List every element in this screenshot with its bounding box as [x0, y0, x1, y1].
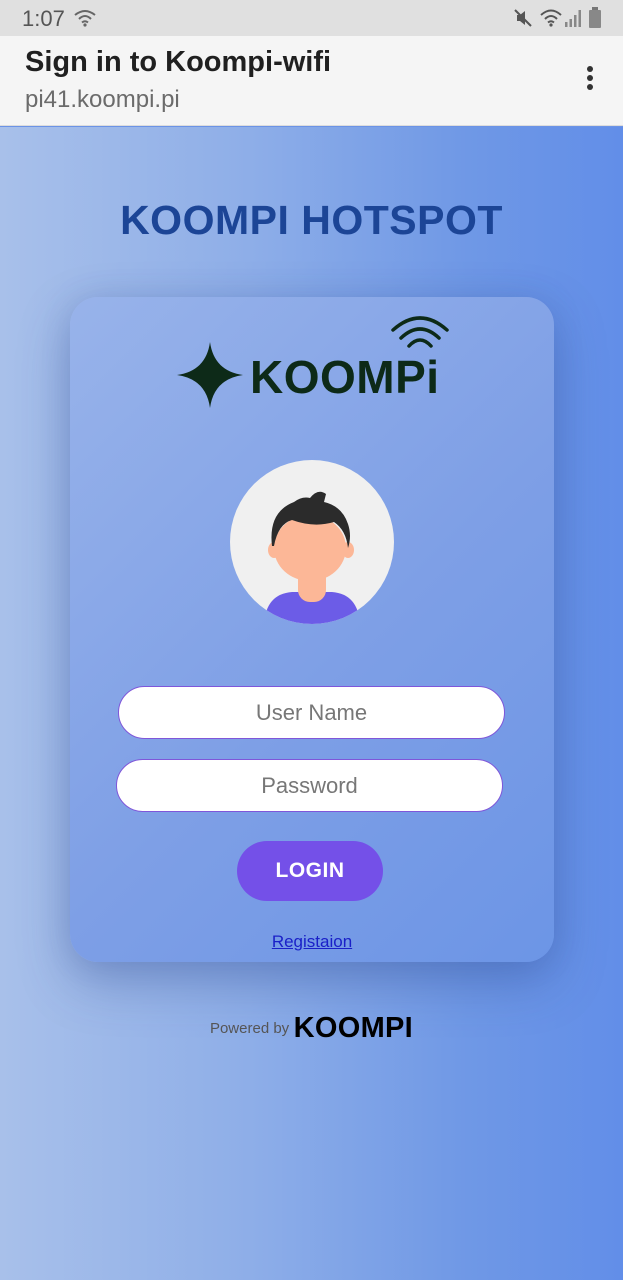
wifi-icon: [391, 316, 449, 348]
hotspot-heading: KOOMPI HOTSPOT: [120, 197, 503, 243]
page-url: pi41.koompi.pi: [25, 86, 180, 113]
status-time: 1:07: [22, 6, 65, 31]
powered-by: Powered by KOOMPI: [0, 1012, 623, 1045]
powered-brand: KOOMPI: [293, 1012, 414, 1044]
hotspot-page: KOOMPI HOTSPOT KOOMPi User Name LOGIN Re…: [0, 127, 623, 1280]
registration-link[interactable]: Registaion: [70, 932, 554, 952]
battery-icon: [589, 7, 601, 28]
login-card: KOOMPi LOGIN Registaion: [70, 297, 554, 962]
app-bar: Sign in to Koompi-wifi pi41.koompi.pi: [0, 36, 623, 126]
koompi-logo: KOOMPi: [175, 312, 455, 408]
page-title: Sign in to Koompi-wifi: [25, 46, 332, 78]
login-button[interactable]: LOGIN: [237, 841, 383, 901]
powered-by-label: Powered by: [209, 1020, 290, 1037]
star-icon: [177, 342, 243, 408]
user-avatar-icon: [230, 460, 394, 624]
logo-text: KOOMPi: [250, 351, 440, 403]
username-input[interactable]: [118, 686, 505, 739]
more-vert-icon[interactable]: [578, 64, 602, 96]
mute-icon: [514, 9, 532, 27]
signal-icon: [565, 10, 581, 27]
wifi-icon: [74, 10, 96, 27]
status-bar: 1:07: [0, 0, 623, 36]
password-input[interactable]: [116, 759, 503, 812]
wifi-icon: [540, 9, 562, 27]
